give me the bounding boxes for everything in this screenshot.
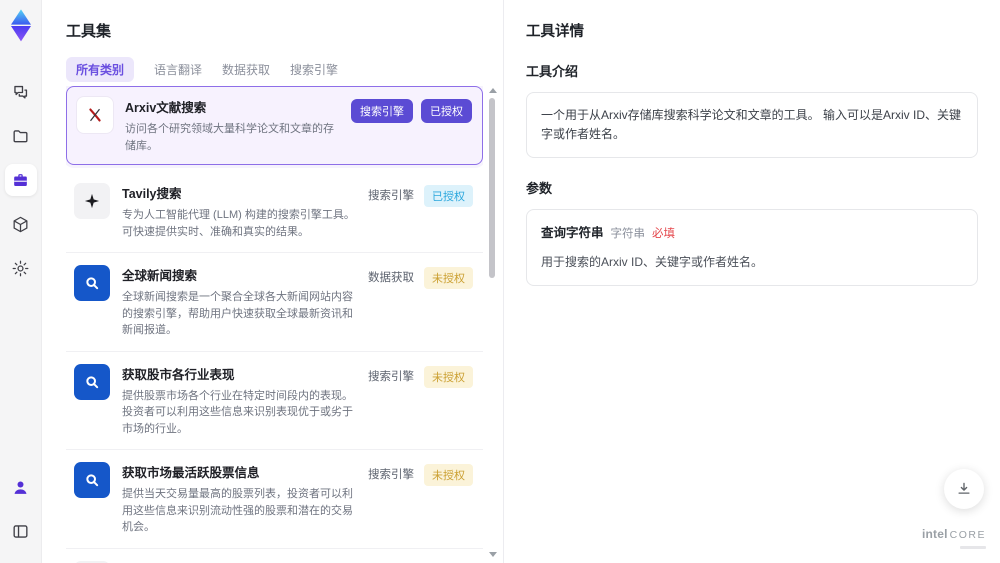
- tab-data-fetch[interactable]: 数据获取: [222, 57, 270, 82]
- download-button[interactable]: [944, 469, 984, 509]
- app-logo-icon[interactable]: [5, 8, 37, 42]
- tool-item-global-news[interactable]: 全球新闻搜索 全球新闻搜索是一个聚合全球各大新闻网站内容的搜索引擎，帮助用户快速…: [66, 253, 483, 352]
- tool-description: 提供股票市场各个行业在特定时间段内的表现。投资者可以利用这些信息来识别表现优于或…: [122, 389, 353, 435]
- param-type: 字符串: [610, 228, 646, 241]
- tool-main: Tavily搜索 专为人工智能代理 (LLM) 构建的搜索引擎工具。可快速提供实…: [122, 183, 368, 240]
- tool-item-regional-news[interactable]: 万维地区新闻查询 查询具体行政区划内的新闻，快速了解各地新闻动 搜索引擎 未授权: [66, 549, 483, 563]
- status-badge: 已授权: [424, 185, 473, 207]
- tool-description: 访问各个研究领域大量科学论文和文章的存储库。: [125, 123, 334, 152]
- param-required-label: 必填: [652, 228, 676, 241]
- tool-item-arxiv[interactable]: Arxiv文献搜索 访问各个研究领域大量科学论文和文章的存储库。 搜索引擎 已授…: [66, 86, 483, 165]
- tool-tags: 搜索引擎 已授权: [368, 183, 473, 207]
- scrollbar-up-arrow[interactable]: [489, 88, 497, 93]
- param-card: 查询字符串 字符串 必填 用于搜索的Arxiv ID、关键字或作者姓名。: [526, 209, 978, 286]
- status-badge: 未授权: [424, 267, 473, 289]
- tool-tags: 搜索引擎 已授权: [351, 97, 472, 123]
- list-scrollbar[interactable]: [487, 86, 497, 559]
- page-title: 工具集: [66, 23, 112, 40]
- param-head: 查询字符串 字符串 必填: [541, 223, 963, 243]
- tool-main: 获取市场最活跃股票信息 提供当天交易量最高的股票列表，投资者可以利用这些信息来识…: [122, 462, 368, 536]
- panel-toggle-icon[interactable]: [5, 515, 37, 547]
- tool-tags: 数据获取 未授权: [368, 265, 473, 289]
- status-badge: 未授权: [424, 464, 473, 486]
- status-badge: 已授权: [421, 99, 472, 123]
- intro-heading: 工具介绍: [526, 64, 579, 79]
- tool-tags: 搜索引擎 未授权: [368, 364, 473, 388]
- details-title: 工具详情: [526, 24, 584, 40]
- brand-underline: [960, 546, 986, 549]
- sidebar-rail: [0, 0, 42, 563]
- category-tag: 数据获取: [368, 272, 414, 284]
- stock-search-logo-icon: [74, 462, 110, 498]
- tavily-star-icon: [74, 183, 110, 219]
- sidebar-item-tools[interactable]: [4, 164, 37, 196]
- param-name: 查询字符串: [541, 226, 604, 241]
- tab-language-translation[interactable]: 语言翻译: [154, 57, 202, 82]
- category-tag: 搜索引擎: [368, 469, 414, 481]
- scrollbar-thumb[interactable]: [489, 98, 495, 278]
- tool-description: 全球新闻搜索是一个聚合全球各大新闻网站内容的搜索引擎，帮助用户快速获取全球最新资…: [122, 291, 353, 336]
- tool-list: Arxiv文献搜索 访问各个研究领域大量科学论文和文章的存储库。 搜索引擎 已授…: [66, 86, 483, 563]
- tool-name: 获取市场最活跃股票信息: [122, 466, 260, 480]
- news-search-logo-icon: [74, 265, 110, 301]
- tool-main: 获取股市各行业表现 提供股票市场各个行业在特定时间段内的表现。投资者可以利用这些…: [122, 364, 368, 438]
- tool-list-panel: 工具集 所有类别 语言翻译 数据获取 搜索引擎 Arxiv文献搜索 访问各个研究…: [42, 0, 503, 563]
- tool-name: Arxiv文献搜索: [125, 101, 207, 115]
- tool-description: 专为人工智能代理 (LLM) 构建的搜索引擎工具。可快速提供实时、准确和真实的结…: [122, 209, 355, 238]
- tool-item-active-stocks[interactable]: 获取市场最活跃股票信息 提供当天交易量最高的股票列表，投资者可以利用这些信息来识…: [66, 450, 483, 549]
- tool-main: Arxiv文献搜索 访问各个研究领域大量科学论文和文章的存储库。: [125, 97, 351, 154]
- tool-tags: 搜索引擎 未授权: [368, 462, 473, 486]
- stock-search-logo-icon: [74, 363, 110, 400]
- category-tag: 搜索引擎: [368, 370, 414, 383]
- settings-gear-icon[interactable]: [5, 252, 37, 284]
- package-icon[interactable]: [5, 208, 37, 240]
- tab-all-categories[interactable]: 所有类别: [66, 57, 135, 82]
- tool-item-stock-sectors[interactable]: 获取股市各行业表现 提供股票市场各个行业在特定时间段内的表现。投资者可以利用这些…: [66, 352, 483, 450]
- folder-icon[interactable]: [5, 120, 37, 152]
- intel-core-logo: intel CORE: [922, 525, 986, 549]
- params-heading: 参数: [526, 181, 553, 197]
- tool-name: Tavily搜索: [122, 187, 182, 201]
- user-avatar-icon[interactable]: [5, 471, 37, 503]
- tool-name: 获取股市各行业表现: [122, 367, 235, 382]
- tab-search-engine[interactable]: 搜索引擎: [290, 57, 338, 82]
- param-description: 用于搜索的Arxiv ID、关键字或作者姓名。: [541, 254, 764, 269]
- category-tag: 搜索引擎: [368, 190, 414, 202]
- tool-name: 全球新闻搜索: [122, 269, 198, 283]
- category-tag: 搜索引擎: [351, 99, 413, 123]
- tool-main: 全球新闻搜索 全球新闻搜索是一个聚合全球各大新闻网站内容的搜索引擎，帮助用户快速…: [122, 265, 368, 339]
- status-badge: 未授权: [424, 365, 473, 388]
- category-tabs: 所有类别 语言翻译 数据获取 搜索引擎: [66, 57, 503, 82]
- download-icon: [958, 482, 970, 494]
- tool-description: 提供当天交易量最高的股票列表，投资者可以利用这些信息来识别流动性强的股票和潜在的…: [122, 488, 353, 533]
- brand-intel: intel: [921, 527, 948, 542]
- scrollbar-down-arrow[interactable]: [489, 552, 497, 557]
- brand-core: CORE: [949, 529, 986, 542]
- chat-icon[interactable]: [5, 76, 37, 108]
- tool-details-panel: 工具详情 工具介绍 一个用于从Arxiv存储库搜索科学论文和文章的工具。 输入可…: [503, 0, 1000, 563]
- tool-item-tavily[interactable]: Tavily搜索 专为人工智能代理 (LLM) 构建的搜索引擎工具。可快速提供实…: [66, 171, 483, 253]
- arxiv-logo-icon: [77, 97, 113, 133]
- intro-text-box: 一个用于从Arxiv存储库搜索科学论文和文章的工具。 输入可以是Arxiv ID…: [526, 92, 978, 159]
